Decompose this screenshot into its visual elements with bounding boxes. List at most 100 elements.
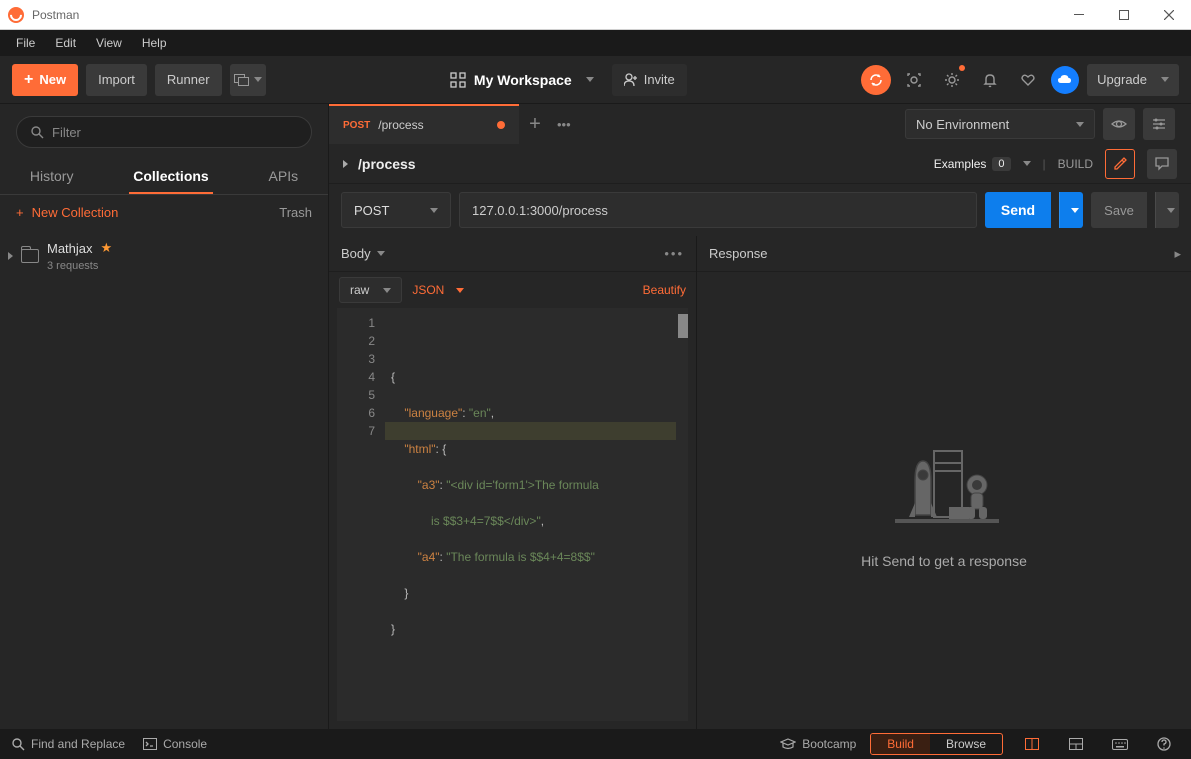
upgrade-label: Upgrade — [1097, 72, 1147, 87]
body-language-selector[interactable]: JSON — [412, 283, 464, 297]
line-gutter: 1 2 3 4 5 6 7 — [337, 308, 385, 721]
capture-icon[interactable] — [899, 65, 929, 95]
environment-quicklook-button[interactable] — [1103, 108, 1135, 140]
person-add-icon — [624, 73, 638, 87]
invite-button[interactable]: Invite — [612, 64, 687, 96]
minimize-button[interactable] — [1056, 0, 1101, 30]
runner-button[interactable]: Runner — [155, 64, 222, 96]
response-pane: Response ▸ — [697, 236, 1191, 729]
menubar: File Edit View Help — [0, 30, 1191, 56]
body-options: raw JSON Beautify — [329, 272, 696, 308]
new-collection-button[interactable]: + New Collection — [16, 205, 118, 220]
environment-selector[interactable]: No Environment — [905, 109, 1095, 139]
folder-icon — [21, 249, 39, 263]
request-pane: Body ••• raw JSON Beautify 1 2 3 4 5 6 7… — [329, 236, 697, 729]
build-view-button[interactable]: Build — [871, 734, 930, 754]
find-replace-button[interactable]: Find and Replace — [12, 737, 125, 751]
postman-logo-icon — [8, 7, 24, 23]
main-panel: POST /process + ••• No Environment — [329, 104, 1191, 729]
menu-view[interactable]: View — [86, 32, 132, 54]
tab-apis[interactable]: APIs — [265, 160, 303, 194]
request-name-bar: /process Examples 0 | BUILD — [329, 144, 1191, 184]
body-more-button[interactable]: ••• — [664, 246, 684, 261]
tab-method: POST — [343, 120, 370, 131]
send-options-button[interactable] — [1059, 192, 1083, 228]
tab-collections[interactable]: Collections — [129, 160, 212, 194]
beautify-button[interactable]: Beautify — [643, 283, 686, 297]
new-button[interactable]: +New — [12, 64, 78, 96]
body-tab-header[interactable]: Body ••• — [329, 236, 696, 272]
account-avatar[interactable] — [1051, 66, 1079, 94]
environment-label: No Environment — [916, 117, 1009, 132]
search-icon — [12, 738, 25, 751]
keyboard-shortcuts-icon[interactable] — [1105, 729, 1135, 759]
request-name: /process — [358, 156, 416, 172]
open-new-window-button[interactable] — [230, 64, 266, 96]
upgrade-button[interactable]: Upgrade — [1087, 64, 1179, 96]
workspace-name: My Workspace — [474, 72, 572, 88]
new-collection-row: + New Collection Trash — [0, 195, 328, 230]
maximize-button[interactable] — [1101, 0, 1146, 30]
tab-overflow-button[interactable]: ••• — [551, 104, 577, 144]
chevron-down-icon — [430, 208, 438, 213]
examples-count: 0 — [992, 157, 1010, 171]
bootcamp-icon — [780, 738, 796, 750]
bootcamp-button[interactable]: Bootcamp — [780, 737, 856, 751]
window-controls — [1056, 0, 1191, 30]
unsaved-dot-icon — [497, 121, 505, 129]
rocket-illustration-icon — [879, 433, 1009, 533]
body-format-value: raw — [350, 283, 369, 297]
body-format-selector[interactable]: raw — [339, 277, 402, 303]
new-tab-button[interactable]: + — [519, 104, 551, 144]
code-editor[interactable]: 1 2 3 4 5 6 7 { "language": "en", "html"… — [337, 308, 688, 721]
tab-history[interactable]: History — [26, 160, 78, 194]
close-button[interactable] — [1146, 0, 1191, 30]
collection-item[interactable]: Mathjax ★ 3 requests — [0, 230, 328, 282]
two-pane-icon[interactable] — [1017, 729, 1047, 759]
edit-button[interactable] — [1105, 149, 1135, 179]
environment-settings-button[interactable] — [1143, 108, 1175, 140]
notifications-icon[interactable] — [975, 65, 1005, 95]
chevron-right-icon[interactable] — [343, 160, 348, 168]
console-button[interactable]: Console — [143, 737, 207, 751]
new-button-label: New — [39, 72, 66, 87]
save-options-button[interactable] — [1155, 192, 1179, 228]
menu-edit[interactable]: Edit — [45, 32, 86, 54]
request-tab[interactable]: POST /process — [329, 104, 519, 144]
search-icon — [31, 126, 44, 139]
examples-label: Examples — [934, 157, 987, 171]
filter-input[interactable] — [52, 125, 297, 140]
menu-file[interactable]: File — [6, 32, 45, 54]
chevron-down-icon — [1023, 161, 1031, 166]
response-empty-text: Hit Send to get a response — [861, 553, 1027, 569]
send-button[interactable]: Send — [985, 192, 1051, 228]
favorite-icon[interactable] — [1013, 65, 1043, 95]
chevron-right-icon — [8, 252, 13, 260]
chevron-down-icon — [586, 77, 594, 82]
save-button[interactable]: Save — [1091, 192, 1147, 228]
comments-button[interactable] — [1147, 149, 1177, 179]
workspace-selector[interactable]: My Workspace — [440, 66, 604, 94]
sync-icon[interactable] — [861, 65, 891, 95]
body-tab-label: Body — [341, 246, 371, 261]
browse-view-button[interactable]: Browse — [930, 734, 1002, 754]
import-button[interactable]: Import — [86, 64, 147, 96]
menu-help[interactable]: Help — [132, 32, 177, 54]
method-value: POST — [354, 203, 389, 218]
trash-link[interactable]: Trash — [279, 205, 312, 220]
settings-icon[interactable] — [937, 65, 967, 95]
method-selector[interactable]: POST — [341, 192, 451, 228]
chevron-down-icon — [1076, 122, 1084, 127]
statusbar: Find and Replace Console Bootcamp Build … — [0, 729, 1191, 759]
request-tabbar: POST /process + ••• No Environment — [329, 104, 1191, 144]
layout-icon[interactable] — [1061, 729, 1091, 759]
response-label: Response — [709, 246, 768, 261]
chevron-down-icon — [383, 288, 391, 293]
url-input[interactable]: 127.0.0.1:3000/process — [459, 192, 977, 228]
window-title: Postman — [32, 8, 79, 22]
code-area[interactable]: { "language": "en", "html": { "a3": "<di… — [385, 308, 688, 721]
help-icon[interactable] — [1149, 729, 1179, 759]
expand-response-icon[interactable]: ▸ — [1174, 246, 1181, 262]
examples-dropdown[interactable]: Examples 0 — [934, 157, 1031, 171]
new-collection-label: New Collection — [32, 205, 119, 220]
